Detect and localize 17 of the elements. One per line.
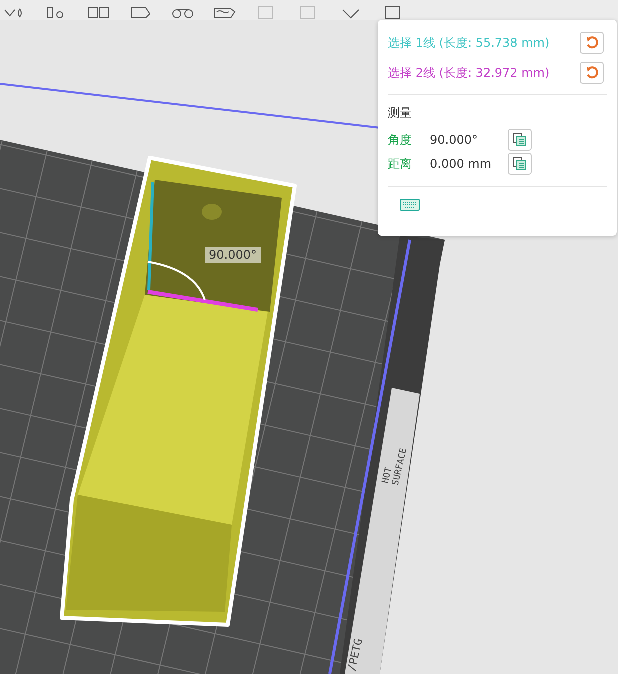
bed-label: /PETG (345, 637, 366, 673)
angle-label: 90.000° (205, 247, 261, 263)
selected-line-label: 选择 2线 (长度: 32.972 mm) (388, 64, 550, 82)
section-title: 测量 (388, 105, 413, 122)
undo-icon (585, 66, 599, 80)
measure-label: 距离 (388, 156, 413, 172)
measure-value: 0.000 mm (430, 157, 493, 171)
undo-icon (585, 36, 599, 50)
reset-button[interactable] (580, 32, 604, 54)
measure-value: 90.000° (430, 133, 479, 147)
selected-line-label: 选择 1线 (长度: 55.738 mm) (388, 34, 550, 52)
reset-button[interactable] (580, 62, 604, 84)
bed-label: SURFACE (391, 447, 410, 487)
copy-button[interactable] (508, 153, 532, 175)
angle-arc (148, 261, 206, 300)
copy-button[interactable] (508, 129, 532, 151)
measure-label: 角度 (388, 132, 413, 148)
